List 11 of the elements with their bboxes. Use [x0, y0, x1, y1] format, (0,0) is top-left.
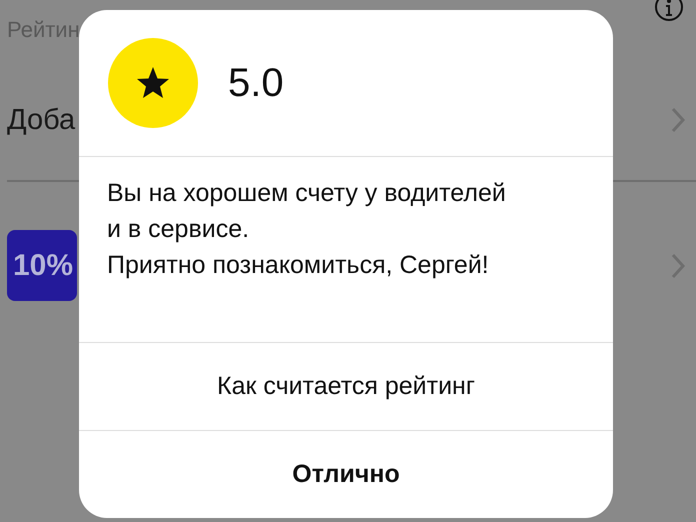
add-row-label[interactable]: Доба: [7, 104, 76, 136]
rating-info-button[interactable]: Как считается рейтинг: [79, 343, 613, 431]
chevron-icon: [670, 106, 686, 134]
rating-value: 5.0: [228, 60, 284, 106]
info-icon[interactable]: [654, 0, 684, 22]
promo-tile[interactable]: 10%: [7, 230, 77, 301]
message-text: и в сервисе.: [107, 214, 250, 245]
message-text: Приятно познакомиться, Сергей!: [107, 250, 490, 281]
chevron-icon: [670, 252, 686, 280]
ok-button[interactable]: Отлично: [79, 431, 613, 518]
message-text: Вы на хорошем счету у водителей: [107, 178, 507, 209]
